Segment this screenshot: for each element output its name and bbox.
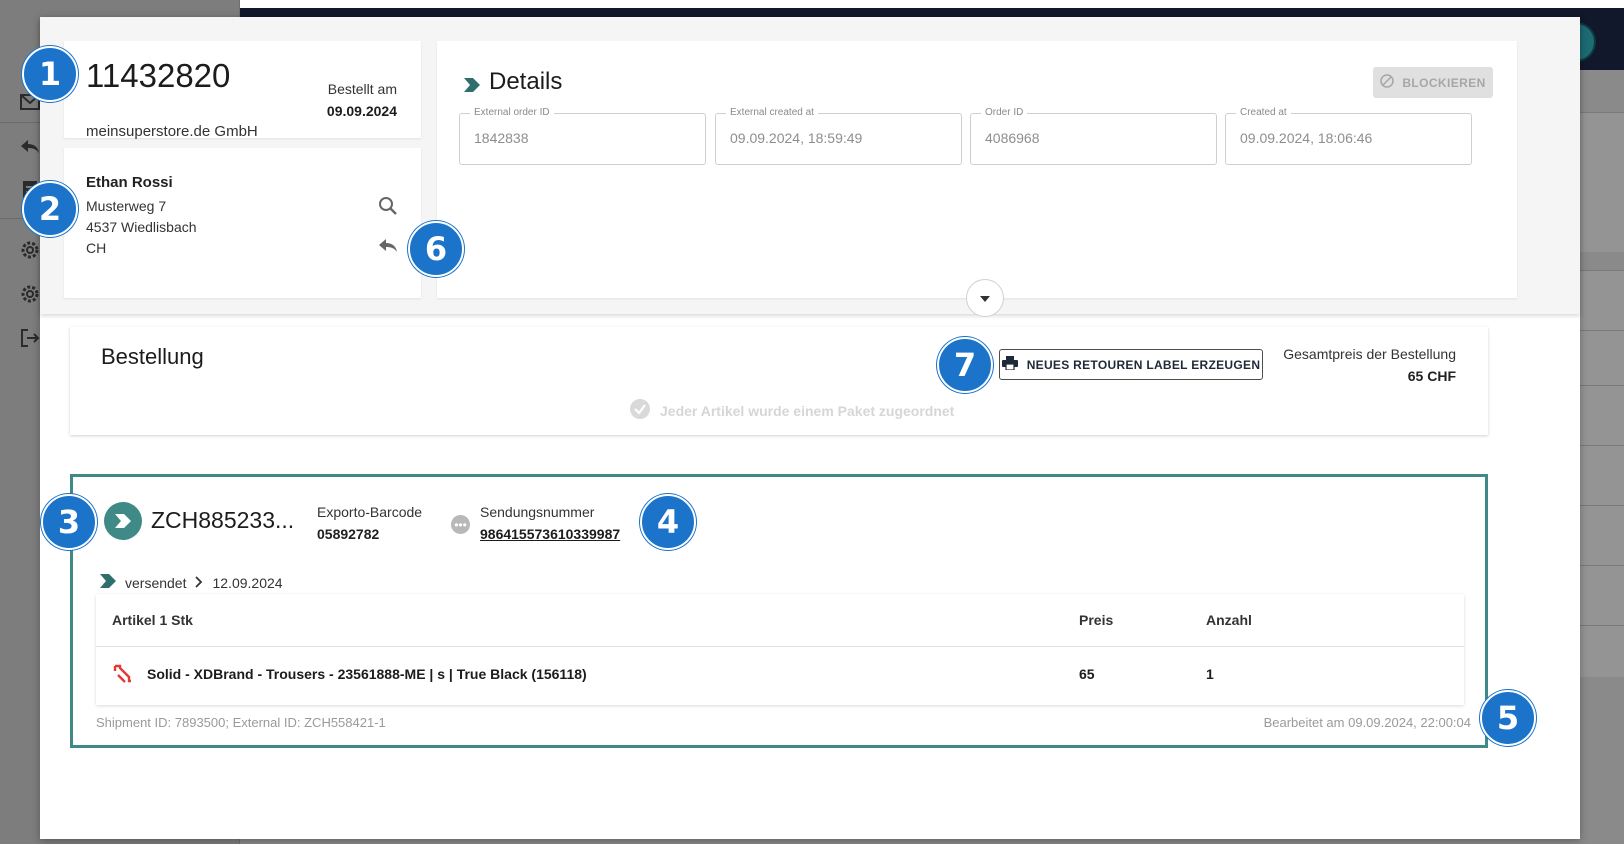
barcode-value: 05892782 — [317, 526, 380, 542]
printer-icon — [1001, 356, 1018, 373]
details-title: Details — [489, 68, 563, 95]
chevron-down-icon — [980, 289, 990, 307]
shipment-status-row: versendet 12.09.2024 — [99, 573, 283, 592]
item-name: Solid - XDBrand - Trousers - 23561888-ME… — [147, 666, 587, 682]
external-order-id-field[interactable]: External order ID 1842838 — [459, 107, 706, 165]
item-quantity: 1 — [1206, 666, 1214, 682]
field-value: 4086968 — [985, 130, 1040, 146]
annotation-badge-6: 6 — [408, 221, 464, 277]
background-card — [1580, 565, 1624, 625]
ordered-label: Bestellt am — [327, 81, 397, 97]
barcode-label: Exporto-Barcode — [317, 504, 423, 520]
bestellung-card: Bestellung NEUES RETOUREN LABEL ERZEUGEN… — [70, 327, 1488, 435]
total-price-value: 65 CHF — [1407, 368, 1456, 384]
background-card — [1580, 112, 1624, 252]
customer-street: Musterweg 7 — [86, 198, 167, 214]
annotation-badge-5: 5 — [1480, 690, 1536, 746]
order-id-field[interactable]: Order ID 4086968 — [970, 107, 1217, 165]
order-summary-card: 11432820 meinsuperstore.de GmbH Bestellt… — [64, 41, 421, 140]
block-button[interactable]: BLOCKIEREN — [1373, 67, 1493, 98]
customer-country: CH — [86, 240, 107, 256]
field-label: Created at — [1236, 107, 1291, 118]
field-label: External order ID — [470, 107, 554, 118]
shipment-status: versendet — [125, 574, 187, 591]
create-return-label-text: NEUES RETOUREN LABEL ERZEUGEN — [1026, 357, 1261, 372]
gear-icon[interactable] — [18, 238, 42, 262]
shipment-id: ZCH885233... — [151, 507, 295, 533]
column-header-quantity: Anzahl — [1206, 612, 1252, 628]
check-circle-icon — [630, 399, 650, 422]
ordered-date: 09.09.2024 — [326, 103, 397, 119]
chevron-right-icon — [99, 573, 117, 592]
shipment-status-date: 12.09.2024 — [212, 574, 283, 591]
assignment-status: Jeder Artikel wurde einem Paket zugeordn… — [630, 399, 954, 422]
order-modal: 11432820 meinsuperstore.de GmbH Bestellt… — [40, 17, 1580, 839]
chevron-right-icon — [463, 77, 481, 98]
created-at-field[interactable]: Created at 09.09.2024, 18:06:46 — [1225, 107, 1472, 165]
tracking-number-link[interactable]: 986415573610339987 — [480, 526, 620, 542]
annotation-badge-2: 2 — [22, 181, 78, 237]
details-card: Details BLOCKIEREN External order ID 184… — [437, 41, 1517, 298]
background-card — [1580, 330, 1624, 385]
background-card — [1580, 625, 1624, 677]
customer-city: 4537 Wiedlisbach — [86, 219, 197, 235]
order-header-section: 11432820 meinsuperstore.de GmbH Bestellt… — [40, 17, 1580, 317]
field-value: 1842838 — [474, 130, 529, 146]
shipment-status-icon — [104, 502, 142, 540]
more-icon[interactable]: ••• — [451, 515, 470, 534]
column-header-price: Preis — [1079, 612, 1114, 628]
chevron-small-icon — [194, 575, 204, 591]
column-header-item: Artikel 1 Stk — [112, 612, 193, 628]
customer-name: Ethan Rossi — [86, 174, 173, 191]
tracking-number-label: Sendungsnummer — [480, 504, 595, 520]
shipment-meta: Shipment ID: 7893500; External ID: ZCH55… — [96, 715, 386, 730]
block-button-label: BLOCKIEREN — [1402, 75, 1486, 90]
shipment-edited-at: Bearbeitet am 09.09.2024, 22:00:04 — [1263, 715, 1471, 730]
block-icon — [1380, 74, 1395, 91]
field-value: 09.09.2024, 18:06:46 — [1240, 130, 1373, 146]
assignment-status-text: Jeder Artikel wurde einem Paket zugeordn… — [660, 402, 955, 419]
customer-card: Ethan Rossi Musterweg 7 4537 Wiedlisbach… — [64, 148, 421, 298]
reply-icon[interactable] — [374, 231, 402, 259]
reply-icon[interactable] — [18, 134, 42, 158]
background-card — [1580, 385, 1624, 445]
order-number: 11432820 — [86, 57, 231, 94]
search-icon[interactable] — [374, 192, 402, 220]
shipment-card: ZCH885233... Exporto-Barcode 05892782 ••… — [70, 474, 1488, 748]
annotation-badge-7: 7 — [937, 337, 993, 393]
bestellung-title: Bestellung — [101, 344, 204, 369]
item-category-icon — [112, 662, 134, 684]
item-price: 65 — [1079, 666, 1095, 682]
screen: 11432820 meinsuperstore.de GmbH Bestellt… — [0, 0, 1624, 844]
field-label: External created at — [726, 107, 818, 118]
annotation-badge-1: 1 — [22, 46, 78, 102]
shop-name: meinsuperstore.de GmbH — [86, 123, 258, 140]
background-card — [1580, 505, 1624, 565]
expand-details-button[interactable] — [966, 279, 1004, 317]
field-value: 09.09.2024, 18:59:49 — [730, 130, 863, 146]
create-return-label-button[interactable]: NEUES RETOUREN LABEL ERZEUGEN — [999, 349, 1263, 380]
annotation-badge-3: 3 — [41, 494, 97, 550]
field-label: Order ID — [981, 107, 1028, 118]
annotation-badge-4: 4 — [640, 494, 696, 550]
background-card — [1580, 445, 1624, 505]
items-table: Artikel 1 Stk Preis Anzahl Solid - XDBra… — [96, 594, 1464, 705]
total-price-label: Gesamtpreis der Bestellung — [1283, 346, 1456, 362]
gear-icon[interactable] — [18, 282, 42, 306]
background-card — [1580, 270, 1624, 330]
external-created-at-field[interactable]: External created at 09.09.2024, 18:59:49 — [715, 107, 962, 165]
logout-icon[interactable] — [18, 326, 42, 350]
